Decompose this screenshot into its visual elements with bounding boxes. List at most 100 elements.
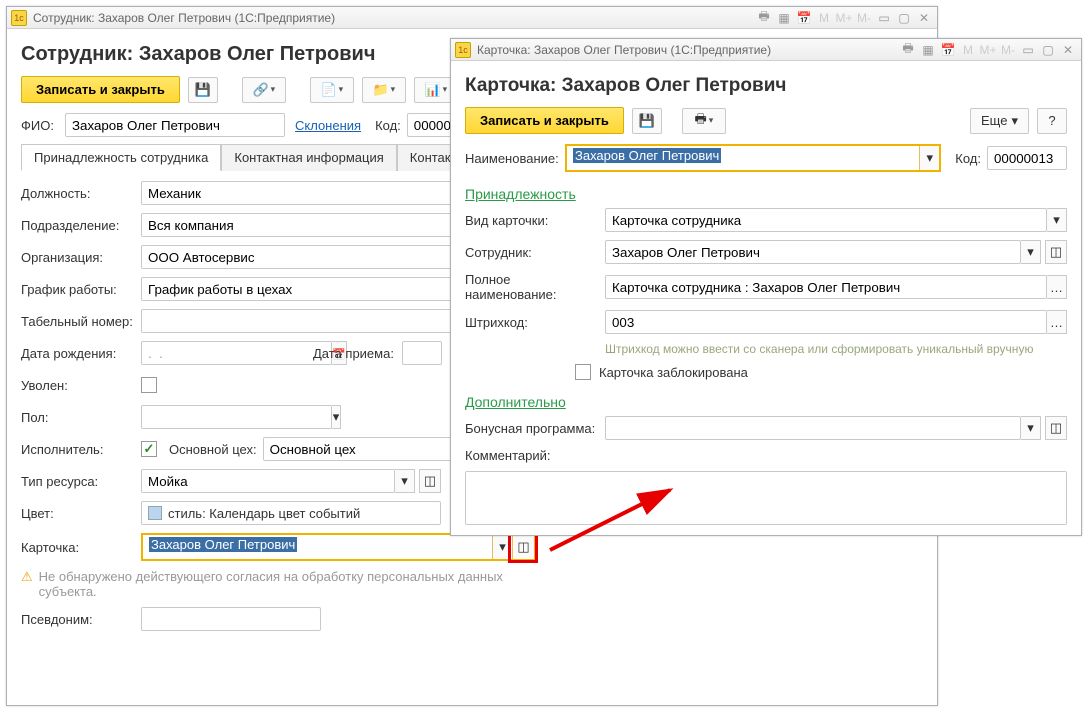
fio-label: ФИО: (21, 118, 65, 133)
card-save-button[interactable]: 💾 (632, 108, 662, 134)
section-belonging[interactable]: Принадлежность (465, 186, 576, 202)
chart-icon: 📊 (424, 82, 440, 98)
m-plus-icon[interactable]: M+ (835, 10, 853, 26)
app-logo-icon: 1c (455, 42, 471, 58)
code-label: Код: (375, 118, 401, 133)
performer-checkbox[interactable] (141, 441, 157, 457)
card-label: Карточка: (21, 540, 141, 555)
m-plus-icon[interactable]: M+ (979, 42, 997, 58)
restype-dropdown-button[interactable]: ▾ (395, 469, 415, 493)
employee-window-title: Сотрудник: Захаров Олег Петрович (1С:Пре… (33, 11, 335, 25)
relations-button[interactable]: 🔗▾ (242, 77, 286, 103)
tabnum-label: Табельный номер: (21, 314, 141, 329)
bonus-input[interactable] (605, 416, 1021, 440)
card-code-input[interactable] (987, 146, 1067, 170)
maximize-icon[interactable]: ▢ (1039, 42, 1057, 58)
barcode-ellipsis-button[interactable]: … (1047, 310, 1067, 334)
mainshop-label: Основной цех: (169, 442, 257, 457)
close-icon[interactable]: ✕ (915, 10, 933, 26)
save-close-button[interactable]: Записать и закрыть (21, 76, 180, 103)
card-page-title: Карточка: Захаров Олег Петрович (465, 75, 1067, 97)
color-display[interactable]: стиль: Календарь цвет событий (141, 501, 441, 525)
help-icon: ? (1048, 113, 1055, 128)
cardtype-dropdown-button[interactable]: ▾ (1047, 208, 1067, 232)
calendar-icon[interactable]: 📅 (939, 42, 957, 58)
m-icon[interactable]: M (959, 42, 977, 58)
calc-icon[interactable]: ▦ (919, 42, 937, 58)
restype-input[interactable] (141, 469, 395, 493)
warning-icon: ⚠ (21, 569, 33, 585)
m-minus-icon[interactable]: M- (999, 42, 1017, 58)
restype-open-button[interactable]: ◫ (419, 469, 441, 493)
barcode-label: Штрихкод: (465, 315, 605, 330)
fio-input[interactable] (65, 113, 285, 137)
fullname-label: Полное наименование: (465, 272, 605, 302)
print-icon[interactable]: 🖶 (899, 42, 917, 58)
employee-label: Сотрудник: (465, 245, 605, 260)
maximize-icon[interactable]: ▢ (895, 10, 913, 26)
list-button[interactable]: 📄▾ (310, 77, 354, 103)
hiredate-input[interactable] (402, 341, 442, 365)
print-icon[interactable]: 🖶 (755, 10, 773, 26)
barcode-hint: Штрихкод можно ввести со сканера или сфо… (605, 342, 1033, 356)
calendar-icon[interactable]: 📅 (795, 10, 813, 26)
folder-button[interactable]: 📁▾ (362, 77, 406, 103)
card-print-button[interactable]: 🖶▾ (682, 108, 726, 134)
performer-label: Исполнитель: (21, 442, 141, 457)
bonus-label: Бонусная программа: (465, 421, 605, 436)
declensions-link[interactable]: Склонения (295, 118, 361, 133)
link-icon: 🔗 (252, 82, 268, 98)
blocked-label: Карточка заблокирована (599, 365, 748, 380)
name-input[interactable]: Захаров Олег Петрович (567, 146, 919, 170)
cardtype-label: Вид карточки: (465, 213, 605, 228)
name-dropdown-button[interactable]: ▾ (919, 146, 939, 170)
card-save-close-button[interactable]: Записать и закрыть (465, 107, 624, 134)
tab-contacts[interactable]: Контактная информация (221, 144, 396, 171)
card-input[interactable]: Захаров Олег Петрович (143, 535, 492, 559)
comment-textarea[interactable] (465, 471, 1067, 525)
gender-input[interactable] (141, 405, 332, 429)
tab-belonging[interactable]: Принадлежность сотрудника (21, 144, 221, 171)
blocked-checkbox[interactable] (575, 364, 591, 380)
bonus-open-button[interactable]: ◫ (1045, 416, 1067, 440)
section-additional[interactable]: Дополнительно (465, 394, 566, 410)
close-icon[interactable]: ✕ (1059, 42, 1077, 58)
fired-checkbox[interactable] (141, 377, 157, 393)
position-label: Должность: (21, 186, 141, 201)
color-text: стиль: Календарь цвет событий (168, 506, 360, 521)
org-label: Организация: (21, 250, 141, 265)
card-dropdown-button[interactable]: ▾ (492, 535, 512, 559)
card-window: 1c Карточка: Захаров Олег Петрович (1С:П… (450, 38, 1082, 536)
more-button[interactable]: Еще▾ (970, 108, 1029, 134)
barcode-input[interactable] (605, 310, 1047, 334)
bonus-dropdown-button[interactable]: ▾ (1021, 416, 1041, 440)
cardtype-input[interactable] (605, 208, 1047, 232)
card-open-button[interactable]: ◫ (512, 535, 534, 559)
fullname-input[interactable] (605, 275, 1047, 299)
fired-label: Уволен: (21, 378, 141, 393)
card-window-title: Карточка: Захаров Олег Петрович (1С:Пред… (477, 43, 771, 57)
save-button[interactable]: 💾 (188, 77, 218, 103)
employee-open-button[interactable]: ◫ (1045, 240, 1067, 264)
m-minus-icon[interactable]: M- (855, 10, 873, 26)
minimize-icon[interactable]: ▭ (875, 10, 893, 26)
card-titlebar: 1c Карточка: Захаров Олег Петрович (1С:П… (451, 39, 1081, 61)
employee-dropdown-button[interactable]: ▾ (1021, 240, 1041, 264)
dob-input[interactable] (141, 341, 332, 365)
color-swatch-icon (148, 506, 162, 520)
employee-titlebar: 1c Сотрудник: Захаров Олег Петрович (1С:… (7, 7, 937, 29)
minimize-icon[interactable]: ▭ (1019, 42, 1037, 58)
employee-input[interactable] (605, 240, 1021, 264)
save-icon: 💾 (195, 82, 211, 98)
help-button[interactable]: ? (1037, 108, 1067, 134)
gender-dropdown-button[interactable]: ▾ (332, 405, 341, 429)
name-value-selected: Захаров Олег Петрович (573, 148, 721, 163)
list-icon: 📄 (320, 82, 336, 98)
m-icon[interactable]: M (815, 10, 833, 26)
fullname-ellipsis-button[interactable]: … (1047, 275, 1067, 299)
alias-input[interactable] (141, 607, 321, 631)
gender-label: Пол: (21, 410, 141, 425)
app-logo-icon: 1c (11, 10, 27, 26)
calc-icon[interactable]: ▦ (775, 10, 793, 26)
alias-label: Псевдоним: (21, 612, 141, 627)
